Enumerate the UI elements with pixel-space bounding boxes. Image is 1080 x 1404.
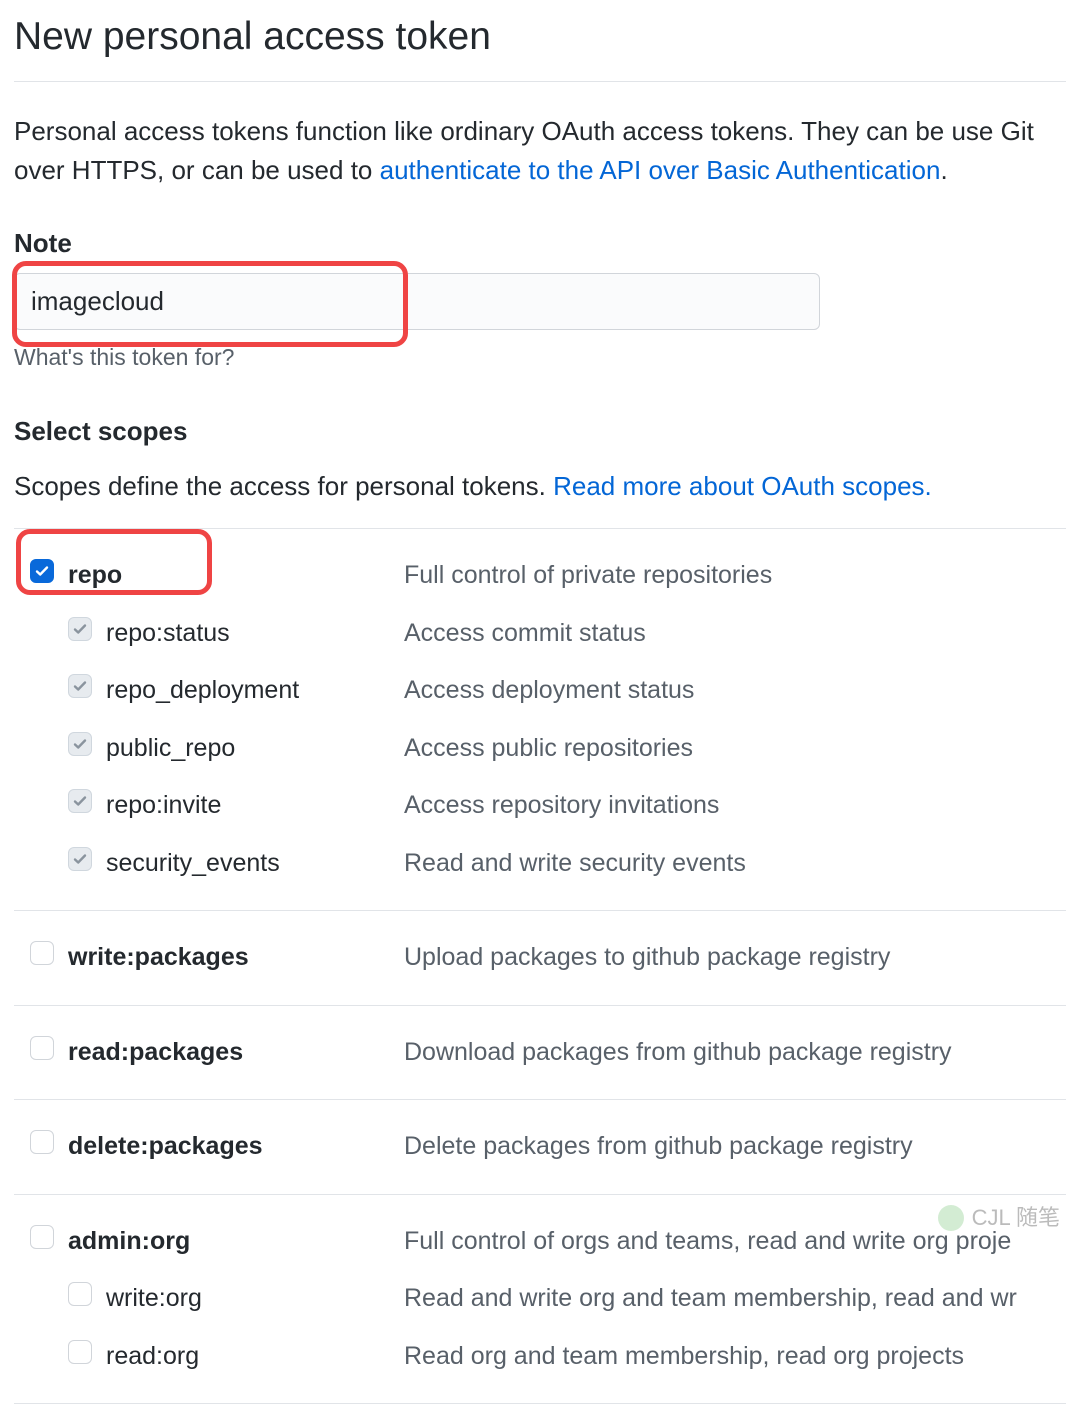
scope-name[interactable]: security_events <box>106 845 404 883</box>
scope-group: read:packagesDownload packages from gith… <box>14 1006 1066 1101</box>
scope-row: read:packagesDownload packages from gith… <box>14 1024 1066 1082</box>
scope-table: repoFull control of private repositories… <box>14 528 1066 1404</box>
scope-group: write:packagesUpload packages to github … <box>14 911 1066 1006</box>
note-input[interactable] <box>14 273 820 330</box>
scope-row-child: repo_deploymentAccess deployment status <box>14 662 1066 720</box>
checkbox[interactable] <box>30 1036 54 1060</box>
checkbox[interactable] <box>68 732 92 756</box>
scope-name[interactable]: repo <box>68 557 404 595</box>
scope-name[interactable]: public_repo <box>106 730 404 768</box>
scope-name[interactable]: admin:org <box>68 1223 404 1261</box>
scope-row-child: repo:statusAccess commit status <box>14 605 1066 663</box>
scope-row-child: public_repoAccess public repositories <box>14 720 1066 778</box>
scope-group: delete:packagesDelete packages from gith… <box>14 1100 1066 1195</box>
scope-group: repoFull control of private repositories… <box>14 529 1066 911</box>
page-title: New personal access token <box>14 0 1066 82</box>
scope-description: Read and write org and team membership, … <box>404 1280 1066 1318</box>
scope-description: Read org and team membership, read org p… <box>404 1338 1066 1376</box>
scope-row-child: repo:inviteAccess repository invitations <box>14 777 1066 835</box>
scope-name[interactable]: write:org <box>106 1280 404 1318</box>
intro-auth-link[interactable]: authenticate to the API over Basic Authe… <box>380 155 941 185</box>
note-hint: What's this token for? <box>14 340 1066 375</box>
scope-name[interactable]: read:packages <box>68 1034 404 1072</box>
scope-description: Access public repositories <box>404 730 1066 768</box>
checkbox[interactable] <box>30 941 54 965</box>
intro-text: Personal access tokens function like ord… <box>14 112 1066 190</box>
scope-name[interactable]: write:packages <box>68 939 404 977</box>
scopes-intro: Scopes define the access for personal to… <box>14 467 1066 506</box>
scope-row: delete:packagesDelete packages from gith… <box>14 1118 1066 1176</box>
scopes-intro-prefix: Scopes define the access for personal to… <box>14 471 553 501</box>
checkbox[interactable] <box>68 1282 92 1306</box>
scope-group: admin:orgFull control of orgs and teams,… <box>14 1195 1066 1404</box>
checkbox[interactable] <box>68 617 92 641</box>
note-label: Note <box>14 224 1066 263</box>
scope-description: Full control of orgs and teams, read and… <box>404 1223 1066 1261</box>
scope-description: Read and write security events <box>404 845 1066 883</box>
scope-row-child: read:orgRead org and team membership, re… <box>14 1328 1066 1386</box>
scope-name[interactable]: repo:status <box>106 615 404 653</box>
scope-description: Download packages from github package re… <box>404 1034 1066 1072</box>
scope-row-child: write:orgRead and write org and team mem… <box>14 1270 1066 1328</box>
scope-description: Delete packages from github package regi… <box>404 1128 1066 1166</box>
scope-row: admin:orgFull control of orgs and teams,… <box>14 1213 1066 1271</box>
scope-description: Access commit status <box>404 615 1066 653</box>
scope-name[interactable]: repo:invite <box>106 787 404 825</box>
checkbox[interactable] <box>30 1225 54 1249</box>
checkbox[interactable] <box>68 1340 92 1364</box>
scope-name[interactable]: repo_deployment <box>106 672 404 710</box>
checkbox[interactable] <box>30 1130 54 1154</box>
scope-description: Full control of private repositories <box>404 557 1066 595</box>
scope-description: Access deployment status <box>404 672 1066 710</box>
scope-description: Upload packages to github package regist… <box>404 939 1066 977</box>
checkbox[interactable] <box>68 847 92 871</box>
scope-name[interactable]: delete:packages <box>68 1128 404 1166</box>
checkbox[interactable] <box>30 559 54 583</box>
scope-description: Access repository invitations <box>404 787 1066 825</box>
scope-row-child: security_eventsRead and write security e… <box>14 835 1066 893</box>
scope-name[interactable]: read:org <box>106 1338 404 1376</box>
intro-suffix: . <box>940 155 947 185</box>
checkbox[interactable] <box>68 789 92 813</box>
select-scopes-heading: Select scopes <box>14 412 1066 451</box>
scopes-intro-link[interactable]: Read more about OAuth scopes. <box>553 471 932 501</box>
scope-row: repoFull control of private repositories <box>14 547 1066 605</box>
scope-row: write:packagesUpload packages to github … <box>14 929 1066 987</box>
checkbox[interactable] <box>68 674 92 698</box>
